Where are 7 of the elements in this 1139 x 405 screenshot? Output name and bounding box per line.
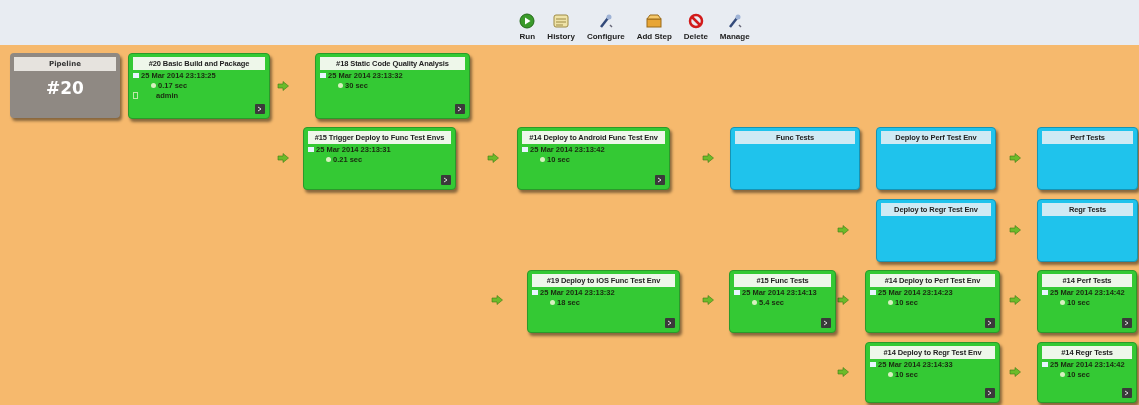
toolbar-button[interactable]: Delete	[680, 13, 711, 41]
toolbar-button[interactable]: Run	[516, 13, 539, 41]
pipeline-number: #20	[45, 78, 85, 98]
toolbar-button[interactable]: Configure	[583, 13, 628, 41]
toolbar-button[interactable]: History	[544, 13, 578, 41]
toolbar-button[interactable]: Manage	[716, 13, 753, 41]
toolbar-button[interactable]: Add Step	[633, 13, 675, 41]
